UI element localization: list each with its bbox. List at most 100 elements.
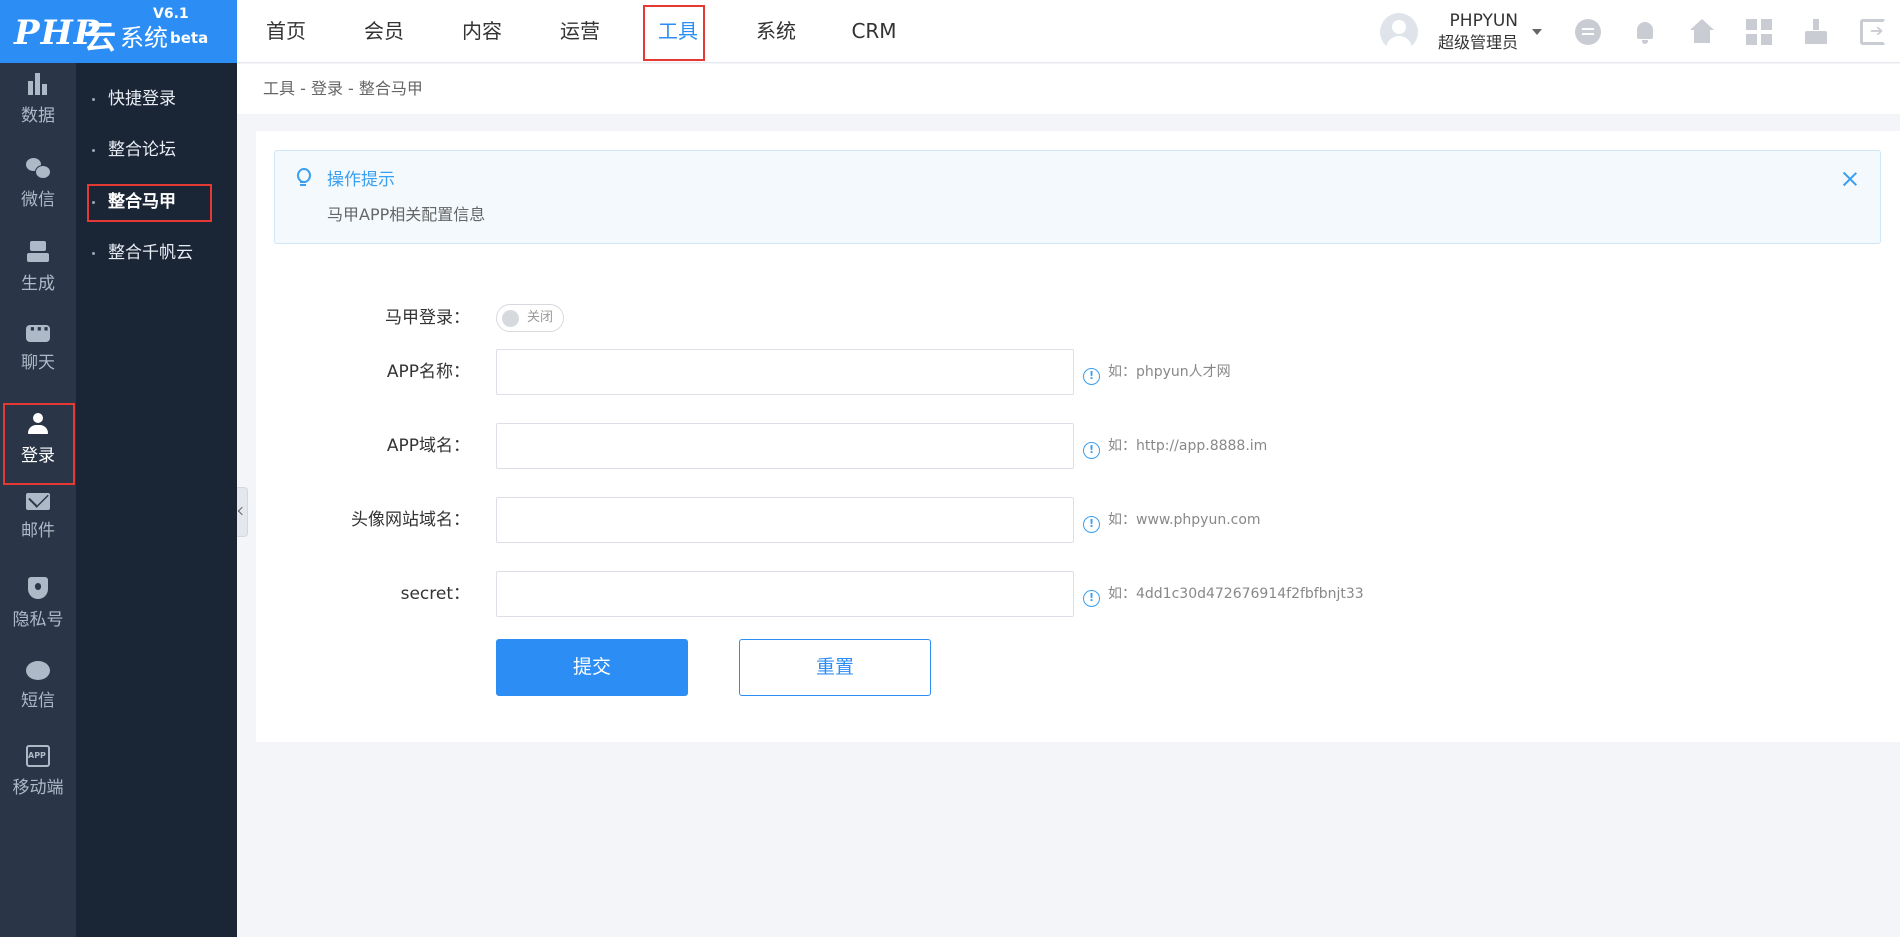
field-label: 马甲登录： xyxy=(385,308,470,328)
nav-members[interactable]: 会员 xyxy=(335,0,433,63)
app-name-input[interactable] xyxy=(496,349,1074,395)
logout-icon[interactable] xyxy=(1860,19,1886,45)
info-icon: ! xyxy=(1083,516,1100,533)
submenu-item-forum[interactable]: 整合论坛 xyxy=(76,132,237,168)
toolbar-icons xyxy=(1544,19,1886,45)
tip-panel: 操作提示 马甲APP相关配置信息 xyxy=(274,150,1881,244)
sidebar-item-privacy[interactable]: 隐私号 xyxy=(0,567,76,637)
icon-sidebar: 数据 微信 生成 聊天 登录 邮件 隐私号 短信 移动端 xyxy=(0,63,76,937)
sidebar-item-login[interactable]: 登录 xyxy=(0,403,76,485)
form-row-secret: secret： ! 如：4dd1c30d472676914f2fbfbnjt33 xyxy=(256,571,1900,617)
user-role: 超级管理员 xyxy=(1437,33,1518,52)
app-domain-input[interactable] xyxy=(496,423,1074,469)
close-icon[interactable] xyxy=(1840,169,1860,189)
submenu-item-label: 整合千帆云 xyxy=(108,243,193,263)
reset-button[interactable]: 重置 xyxy=(739,639,931,696)
nav-tools[interactable]: 工具 xyxy=(629,0,727,63)
logo-yun: 云 xyxy=(84,18,117,56)
sidebar-item-data[interactable]: 数据 xyxy=(0,63,76,133)
submenu-item-label: 整合论坛 xyxy=(108,140,176,160)
secret-input[interactable] xyxy=(496,571,1074,617)
sidebar-item-label: 生成 xyxy=(21,274,55,294)
mobile-icon xyxy=(26,745,50,767)
info-icon: ! xyxy=(1083,442,1100,459)
collapse-sidebar-handle[interactable] xyxy=(237,487,248,537)
avatar xyxy=(1379,13,1418,51)
sidebar-item-wechat[interactable]: 微信 xyxy=(0,147,76,217)
sub-menu: 快捷登录 整合论坛 整合马甲 整合千帆云 xyxy=(76,63,237,937)
top-bar: 首页 会员 内容 运营 工具 系统 CRM PHPYUN 超级管理员 xyxy=(237,0,1900,63)
field-label: secret： xyxy=(400,584,470,604)
sidebar-item-label: 移动端 xyxy=(12,778,64,798)
hint-text: 如：www.phpyun.com xyxy=(1108,512,1261,528)
logo: PHP 云 系统 V6.1 beta xyxy=(0,0,237,63)
toggle-knob xyxy=(502,310,519,327)
shield-icon xyxy=(28,577,48,599)
nav-label: CRM xyxy=(851,19,897,43)
message-icon[interactable] xyxy=(1575,19,1601,45)
hint-text: 如：phpyun人才网 xyxy=(1108,364,1231,380)
main-card: 操作提示 马甲APP相关配置信息 马甲登录： 关闭 APP名称： ! 如：phpy… xyxy=(256,131,1900,742)
nav-operations[interactable]: 运营 xyxy=(531,0,629,63)
field-hint: ! 如：www.phpyun.com xyxy=(1083,497,1261,543)
sidebar-item-mail[interactable]: 邮件 xyxy=(0,483,76,553)
sidebar-item-sms[interactable]: 短信 xyxy=(0,651,76,721)
top-nav: 首页 会员 内容 运营 工具 系统 CRM xyxy=(237,0,923,63)
bar-chart-icon xyxy=(26,73,50,95)
majia-login-toggle[interactable]: 关闭 xyxy=(496,304,564,332)
nav-home[interactable]: 首页 xyxy=(237,0,335,63)
submit-button[interactable]: 提交 xyxy=(496,639,688,696)
logo-system: 系统 xyxy=(120,24,168,52)
field-label: APP名称： xyxy=(386,362,470,382)
sidebar-item-chat[interactable]: 聊天 xyxy=(0,315,76,385)
sidebar-item-label: 聊天 xyxy=(21,353,55,373)
generate-icon xyxy=(26,241,50,263)
sidebar-item-label: 短信 xyxy=(21,691,55,711)
field-hint: ! 如：4dd1c30d472676914f2fbfbnjt33 xyxy=(1083,571,1364,617)
hint-text: 如：4dd1c30d472676914f2fbfbnjt33 xyxy=(1108,586,1364,602)
submenu-item-majia[interactable]: 整合马甲 xyxy=(76,184,237,222)
hint-text: 如：http://app.8888.im xyxy=(1108,438,1268,454)
home-icon[interactable] xyxy=(1689,19,1715,45)
form-row-avatar-domain: 头像网站域名： ! 如：www.phpyun.com xyxy=(256,497,1900,543)
field-label: 头像网站域名： xyxy=(351,510,470,530)
apps-icon[interactable] xyxy=(1746,19,1772,45)
breadcrumb: 工具 - 登录 - 整合马甲 xyxy=(237,64,1900,114)
avatar-domain-input[interactable] xyxy=(496,497,1074,543)
chat-icon xyxy=(26,319,50,342)
sidebar-item-mobile[interactable]: 移动端 xyxy=(0,735,76,805)
sidebar-item-generate[interactable]: 生成 xyxy=(0,231,76,301)
bell-icon[interactable] xyxy=(1632,19,1658,45)
info-icon: ! xyxy=(1083,590,1100,607)
lightbulb-icon xyxy=(294,166,312,188)
field-hint: ! 如：http://app.8888.im xyxy=(1083,423,1267,469)
user-name: PHPYUN xyxy=(1449,11,1518,31)
form-row-majia-login: 马甲登录： 关闭 xyxy=(256,295,1900,341)
nav-label: 系统 xyxy=(756,19,796,43)
nav-label: 运营 xyxy=(560,19,600,43)
form-row-app-name: APP名称： ! 如：phpyun人才网 xyxy=(256,349,1900,395)
nav-label: 首页 xyxy=(266,19,306,43)
mail-icon xyxy=(26,493,50,510)
nav-system[interactable]: 系统 xyxy=(727,0,825,63)
chevron-down-icon[interactable] xyxy=(1532,29,1542,35)
nav-label: 会员 xyxy=(364,19,404,43)
submenu-item-qianfan[interactable]: 整合千帆云 xyxy=(76,235,237,271)
tip-text: 马甲APP相关配置信息 xyxy=(327,205,486,224)
sidebar-item-label: 邮件 xyxy=(21,521,55,541)
submenu-item-label: 快捷登录 xyxy=(108,89,176,109)
wechat-icon xyxy=(26,157,51,179)
submenu-item-quick-login[interactable]: 快捷登录 xyxy=(76,81,237,117)
nav-label: 内容 xyxy=(462,19,502,43)
logo-beta: beta xyxy=(170,29,209,47)
clean-icon[interactable] xyxy=(1803,19,1829,45)
sidebar-item-label: 隐私号 xyxy=(12,610,64,630)
sidebar-item-label: 微信 xyxy=(21,190,55,210)
tip-title: 操作提示 xyxy=(327,170,395,190)
nav-content[interactable]: 内容 xyxy=(433,0,531,63)
toggle-state: 关闭 xyxy=(527,310,554,325)
nav-crm[interactable]: CRM xyxy=(825,0,923,63)
sms-icon xyxy=(26,661,50,680)
highlight-box xyxy=(643,5,705,61)
user-menu[interactable]: PHPYUN 超级管理员 xyxy=(1379,11,1542,52)
